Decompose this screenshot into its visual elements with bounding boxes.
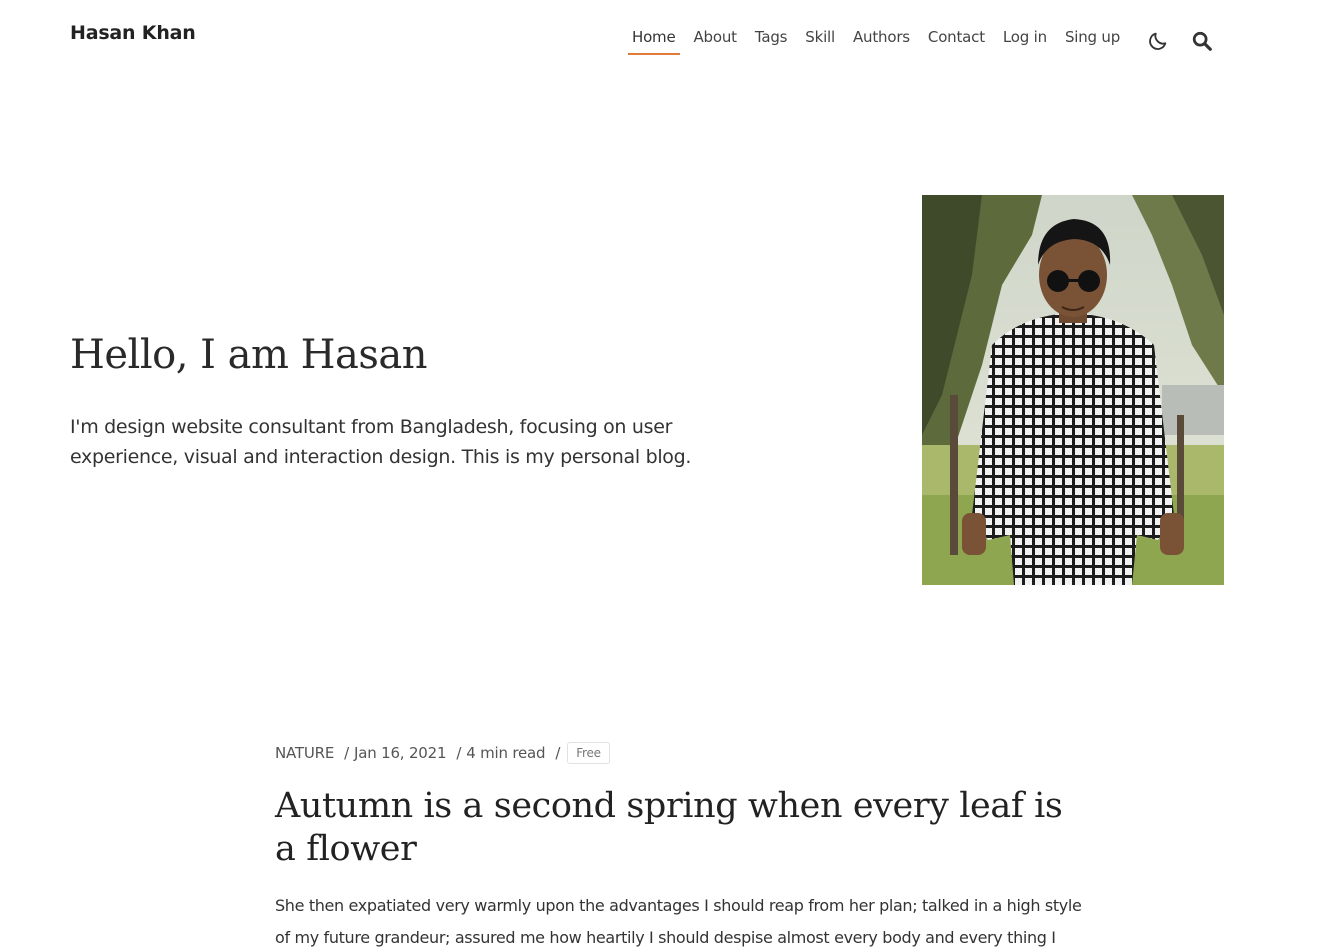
nav-item-signup[interactable]: Sing up bbox=[1061, 28, 1124, 53]
hero-description: I'm design website consultant from Bangl… bbox=[70, 416, 692, 468]
nav-item-tags[interactable]: Tags bbox=[751, 28, 791, 53]
search-icon[interactable] bbox=[1189, 28, 1215, 54]
post-category[interactable]: NATURE bbox=[275, 744, 334, 762]
page: Hasan Khan Home About Tags Skill Authors… bbox=[0, 0, 1326, 949]
meta-separator: / bbox=[344, 744, 350, 762]
post-title[interactable]: Autumn is a second spring when every lea… bbox=[275, 785, 1075, 871]
meta-separator: / bbox=[456, 744, 462, 762]
nav-item-contact[interactable]: Contact bbox=[924, 28, 989, 53]
post-date: Jan 16, 2021 bbox=[354, 744, 447, 762]
meta-separator: / bbox=[555, 744, 561, 762]
nav-item-skill[interactable]: Skill bbox=[801, 28, 839, 53]
nav-item-about[interactable]: About bbox=[690, 28, 741, 53]
post-badge: Free bbox=[567, 742, 610, 764]
nav-item-authors[interactable]: Authors bbox=[849, 28, 914, 53]
profile-photo bbox=[922, 195, 1224, 585]
nav-item-login[interactable]: Log in bbox=[999, 28, 1051, 53]
hero-title: Hello, I am Hasan bbox=[70, 332, 428, 378]
post-read-time: 4 min read bbox=[466, 744, 546, 762]
post-meta: NATURE / Jan 16, 2021 / 4 min read / Fre… bbox=[275, 742, 610, 764]
nav-item-home[interactable]: Home bbox=[628, 28, 680, 55]
main-nav: Home About Tags Skill Authors Contact Lo… bbox=[628, 28, 1134, 55]
moon-icon[interactable] bbox=[1145, 28, 1171, 54]
site-title-link[interactable]: Hasan Khan bbox=[70, 22, 196, 44]
post-excerpt: She then expatiated very warmly upon the… bbox=[275, 896, 1082, 947]
